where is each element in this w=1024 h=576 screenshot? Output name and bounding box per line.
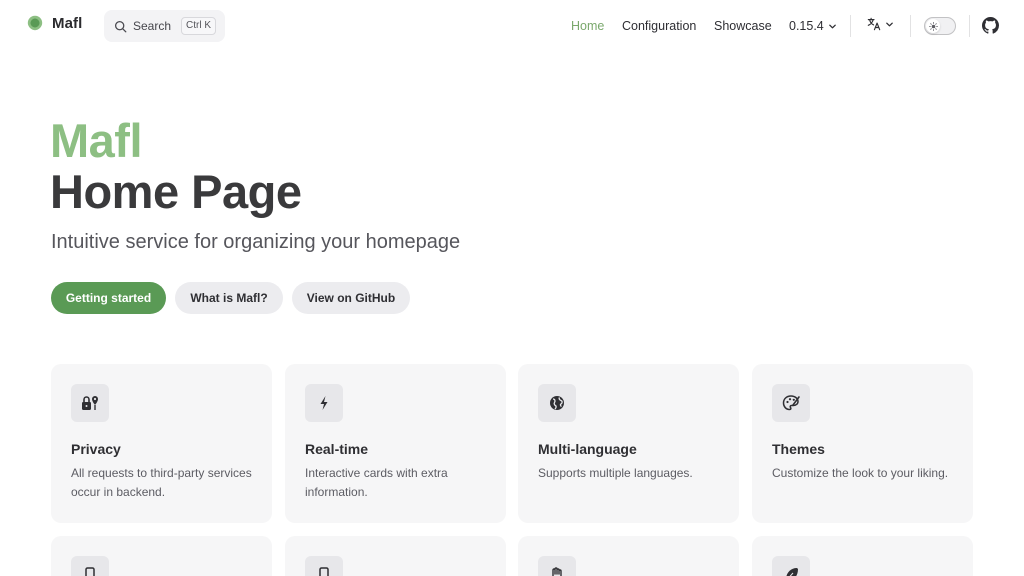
nav-showcase-link[interactable]: Showcase — [714, 17, 772, 35]
feature-title: Themes — [772, 441, 825, 457]
feature-title: Multi-language — [538, 441, 637, 457]
feature-icon-box — [772, 384, 810, 422]
language-switcher[interactable] — [867, 17, 894, 31]
search-button[interactable]: Search Ctrl K — [104, 10, 225, 42]
feature-card — [752, 536, 973, 576]
github-icon[interactable] — [982, 17, 999, 34]
feature-icon-box — [772, 556, 810, 576]
feature-description: All requests to third-party services occ… — [71, 466, 252, 499]
feature-title: Real-time — [305, 441, 369, 457]
version-label: 0.15.4 — [789, 19, 824, 33]
nav-divider — [850, 15, 851, 37]
brand-link[interactable]: Mafl — [26, 14, 82, 32]
feature-icon-box — [71, 384, 109, 422]
mafl-logo-icon — [27, 15, 43, 31]
search-label: Search — [133, 19, 172, 33]
brand-name: Mafl — [52, 14, 83, 32]
lightning-icon — [320, 396, 328, 410]
feature-icon-box — [538, 384, 576, 422]
palette-icon — [782, 395, 800, 411]
feature-description: Interactive cards with extra information… — [305, 466, 448, 499]
translate-icon — [867, 17, 881, 31]
feature-title: Privacy — [71, 441, 121, 457]
feature-icon-box — [305, 556, 343, 576]
hero-name: Mafl — [50, 114, 143, 167]
feature-card-multi-language: Multi-language Supports multiple languag… — [518, 364, 739, 523]
chevron-down-icon — [886, 22, 893, 26]
feature-card-real-time: Real-time Interactive cards with extra i… — [285, 364, 506, 523]
feature-description: Supports multiple languages. — [538, 466, 693, 480]
phone-icon — [85, 567, 95, 576]
top-navbar: Mafl Search Ctrl K Home Configuration Sh… — [0, 0, 1024, 52]
hand-icon — [552, 567, 562, 576]
nav-divider — [910, 15, 911, 37]
version-dropdown[interactable]: 0.15.4 — [789, 17, 837, 35]
phone-icon — [319, 567, 329, 576]
theme-toggle[interactable] — [924, 17, 956, 35]
nav-home-link[interactable]: Home — [571, 17, 604, 35]
chevron-down-icon — [828, 24, 836, 28]
search-icon — [114, 20, 127, 32]
feature-description: Customize the look to your liking. — [772, 466, 949, 480]
nav-configuration-link[interactable]: Configuration — [622, 17, 696, 35]
feature-card-themes: Themes Customize the look to your liking… — [752, 364, 973, 523]
search-shortcut-badge: Ctrl K — [181, 17, 216, 35]
feature-card — [285, 536, 506, 576]
feature-card-privacy: Privacy All requests to third-party serv… — [51, 364, 272, 523]
what-is-mafl-button[interactable]: What is Mafl? — [175, 282, 283, 314]
getting-started-button[interactable]: Getting started — [51, 282, 166, 314]
theme-toggle-knob — [926, 19, 940, 33]
feature-card — [518, 536, 739, 576]
sun-icon — [928, 21, 938, 31]
feature-icon-box — [305, 384, 343, 422]
globe-icon — [550, 396, 564, 410]
lock-location-icon — [82, 396, 98, 410]
feather-icon — [786, 568, 798, 576]
feature-icon-box — [71, 556, 109, 576]
nav-divider — [969, 15, 970, 37]
feature-icon-box — [538, 556, 576, 576]
hero-tagline: Intuitive service for organizing your ho… — [51, 231, 461, 253]
hero-title: Home Page — [50, 165, 302, 218]
feature-card — [51, 536, 272, 576]
view-on-github-button[interactable]: View on GitHub — [292, 282, 410, 314]
